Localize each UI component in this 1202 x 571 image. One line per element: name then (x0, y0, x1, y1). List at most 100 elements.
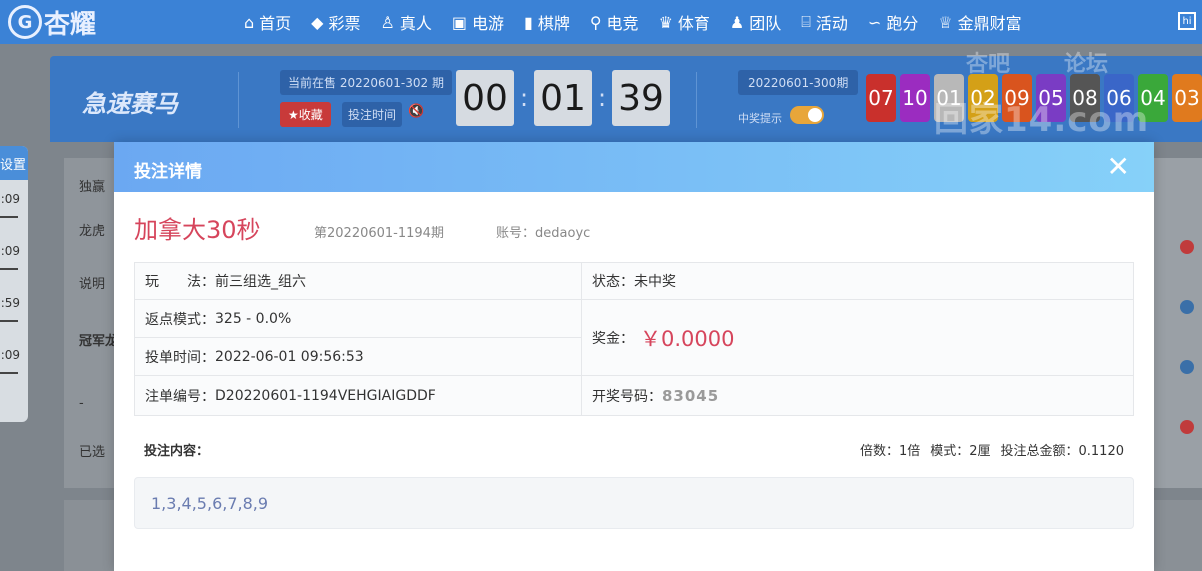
prize-value: ￥0.0000 (640, 326, 735, 351)
nav-item[interactable]: ▮ 棋牌 (524, 10, 570, 34)
nav-item-label: 团队 (749, 14, 782, 33)
stepper-minus[interactable]: - (79, 396, 84, 411)
team-icon: ♟ (729, 12, 745, 32)
current-issue-badge: 当前在售 20220601-302 期 (280, 70, 452, 95)
nav-item-label: 跑分 (886, 14, 919, 33)
nav-item-label: 彩票 (328, 14, 361, 33)
nav-item[interactable]: ◆ 彩票 (311, 10, 360, 34)
divider (696, 72, 697, 128)
left-settings-panel (0, 146, 28, 422)
rebate-cell: 返点模式： 325 - 0.0% (135, 300, 582, 338)
trophy-icon: ♛ (658, 12, 673, 32)
bet-time-button[interactable]: 投注时间 (342, 102, 403, 127)
order-label: 注单编号： (145, 388, 215, 405)
bet-summary: 倍数：1倍 模式：2厘 投注总金额：0.1120 (860, 440, 1124, 459)
modal-header: 投注详情 ✕ (114, 142, 1154, 192)
game-logo: 急速赛马 (82, 90, 178, 118)
bet-numbers: 1,3,4,5,6,7,8,9 (134, 477, 1134, 529)
play-label: 玩 法： (145, 274, 215, 290)
right-panel (1154, 160, 1202, 460)
nav-item[interactable]: ⌂ 首页 (244, 10, 291, 34)
account-label: 账号： (496, 226, 536, 241)
order-value: D20220601-1194VEHGIAIGDDF (215, 387, 436, 404)
selected-label: 已选 (79, 445, 106, 460)
nav-item-label: 真人 (399, 14, 432, 33)
draw-cell: 开奖号码： 83045 (582, 376, 1133, 415)
bet-time-label: 投单时间： (145, 349, 215, 366)
win-hint-label: 中奖提示 (738, 112, 782, 125)
watermark: 杏吧 论坛 回家14.com (934, 52, 1150, 140)
nav-item-label: 棋牌 (537, 14, 570, 33)
countdown-minutes: 01 (534, 70, 592, 126)
bet-time-value: 2022-06-01 09:56:53 (215, 348, 364, 365)
draw-value: 83045 (662, 386, 720, 405)
brand-logo[interactable]: G 杏耀 (8, 4, 96, 40)
countdown-hours: 00 (456, 70, 514, 126)
tab-dragon-tiger[interactable]: 龙虎 (79, 220, 105, 239)
mode-value: 模式：2厘 (930, 444, 991, 459)
bet-content-label: 投注内容： (144, 444, 210, 459)
gift-icon: ⌸ (801, 12, 811, 31)
nav-item-label: 首页 (259, 14, 292, 33)
status-value: 未中奖 (634, 274, 676, 290)
play-value: 前三组选_组六 (215, 274, 306, 290)
run-icon: ∽ (867, 12, 882, 32)
nav-item-label: 电竞 (606, 14, 639, 33)
countdown-colon: : (520, 84, 529, 112)
nav-item-label: 金鼎财富 (957, 14, 1022, 33)
bet-info-table: 玩 法： 前三组选_组六 状态： 未中奖 返点模式： 325 - 0.0% 奖金： ￥0… (134, 262, 1134, 416)
nav-item-label: 体育 (677, 14, 710, 33)
status-dot (1180, 300, 1194, 314)
top-nav-bar: G 杏耀 ⌂ 首页 ◆ 彩票 ♙ 真人 ▣ 电游 ▮ 棋牌 ⚲ 电竞 ♛ 体育 ♟ 团队 ⌸ 活动 ∽ 跑分 ♕ 金鼎财富… (0, 0, 1202, 44)
issue-number: 第20220601-1194期 (314, 226, 444, 241)
logo-emblem-icon: G (8, 5, 42, 39)
bet-time-cell: 投单时间： 2022-06-01 09:56:53 (135, 338, 582, 376)
main-nav: ⌂ 首页 ◆ 彩票 ♙ 真人 ▣ 电游 ▮ 棋牌 ⚲ 电竞 ♛ 体育 ♟ 团队 ⌸ 活动 ∽ 跑分 ♕ 金鼎财富 (244, 0, 1042, 44)
account-value: dedaoyc (535, 226, 591, 241)
modal-title: 投注详情 (134, 162, 202, 182)
draw-label: 开奖号码： (592, 388, 662, 405)
logo-text: 杏耀 (44, 9, 97, 40)
play-cell: 玩 法： 前三组选_组六 (135, 263, 582, 300)
card-icon: ▮ (524, 12, 533, 32)
rebate-label: 返点模式： (145, 311, 215, 328)
nav-item[interactable]: ♟ 团队 (730, 10, 781, 34)
nav-item[interactable]: ∽ 跑分 (868, 10, 918, 34)
left-settings-header[interactable]: 设置 (0, 146, 28, 180)
nav-item[interactable]: ♕ 金鼎财富 (938, 10, 1021, 34)
diamond-icon: ◆ (311, 12, 324, 32)
nav-item[interactable]: ▣ 电游 (452, 10, 504, 34)
status-dot (1180, 240, 1194, 254)
info-link[interactable]: 说明 (79, 273, 105, 292)
game-name: 加拿大30秒 (134, 216, 261, 244)
mute-icon[interactable]: 🔇 (408, 104, 424, 119)
nav-item[interactable]: ♙ 真人 (381, 10, 432, 34)
result-ball: 10 (900, 74, 930, 122)
status-dot (1180, 420, 1194, 434)
win-hint-toggle[interactable] (790, 106, 824, 124)
nav-item-label: 活动 (815, 14, 848, 33)
multiple-value: 倍数：1倍 (859, 444, 921, 459)
prize-cell: 奖金： ￥0.0000 (582, 300, 1133, 376)
prize-label: 奖金： (592, 330, 634, 347)
status-cell: 状态： 未中奖 (582, 263, 1133, 300)
person-icon: ♙ (380, 12, 395, 32)
countdown-seconds: 39 (612, 70, 670, 126)
divider (238, 72, 239, 128)
section-label: 冠军龙 (79, 334, 119, 349)
total-amount: 投注总金额：0.1120 (1000, 444, 1125, 459)
user-icon[interactable]: hi (1178, 12, 1196, 30)
countdown-colon: : (598, 84, 607, 112)
rebate-value: 325 - 0.0% (215, 310, 292, 327)
status-dot (1180, 360, 1194, 374)
tab-win[interactable]: 独赢 (79, 176, 105, 195)
side-tabs (64, 158, 114, 488)
nav-item[interactable]: ⚲ 电竞 (590, 10, 639, 34)
home-icon: ⌂ (244, 12, 255, 32)
gamepad-icon: ⚲ (589, 12, 602, 32)
favorite-button[interactable]: ★收藏 (280, 102, 331, 127)
account-info: 账号：dedaoyc (496, 222, 590, 241)
close-icon[interactable]: ✕ (1107, 152, 1130, 182)
nav-item[interactable]: ⌸ 活动 (801, 10, 848, 34)
nav-item[interactable]: ♛ 体育 (659, 10, 710, 34)
